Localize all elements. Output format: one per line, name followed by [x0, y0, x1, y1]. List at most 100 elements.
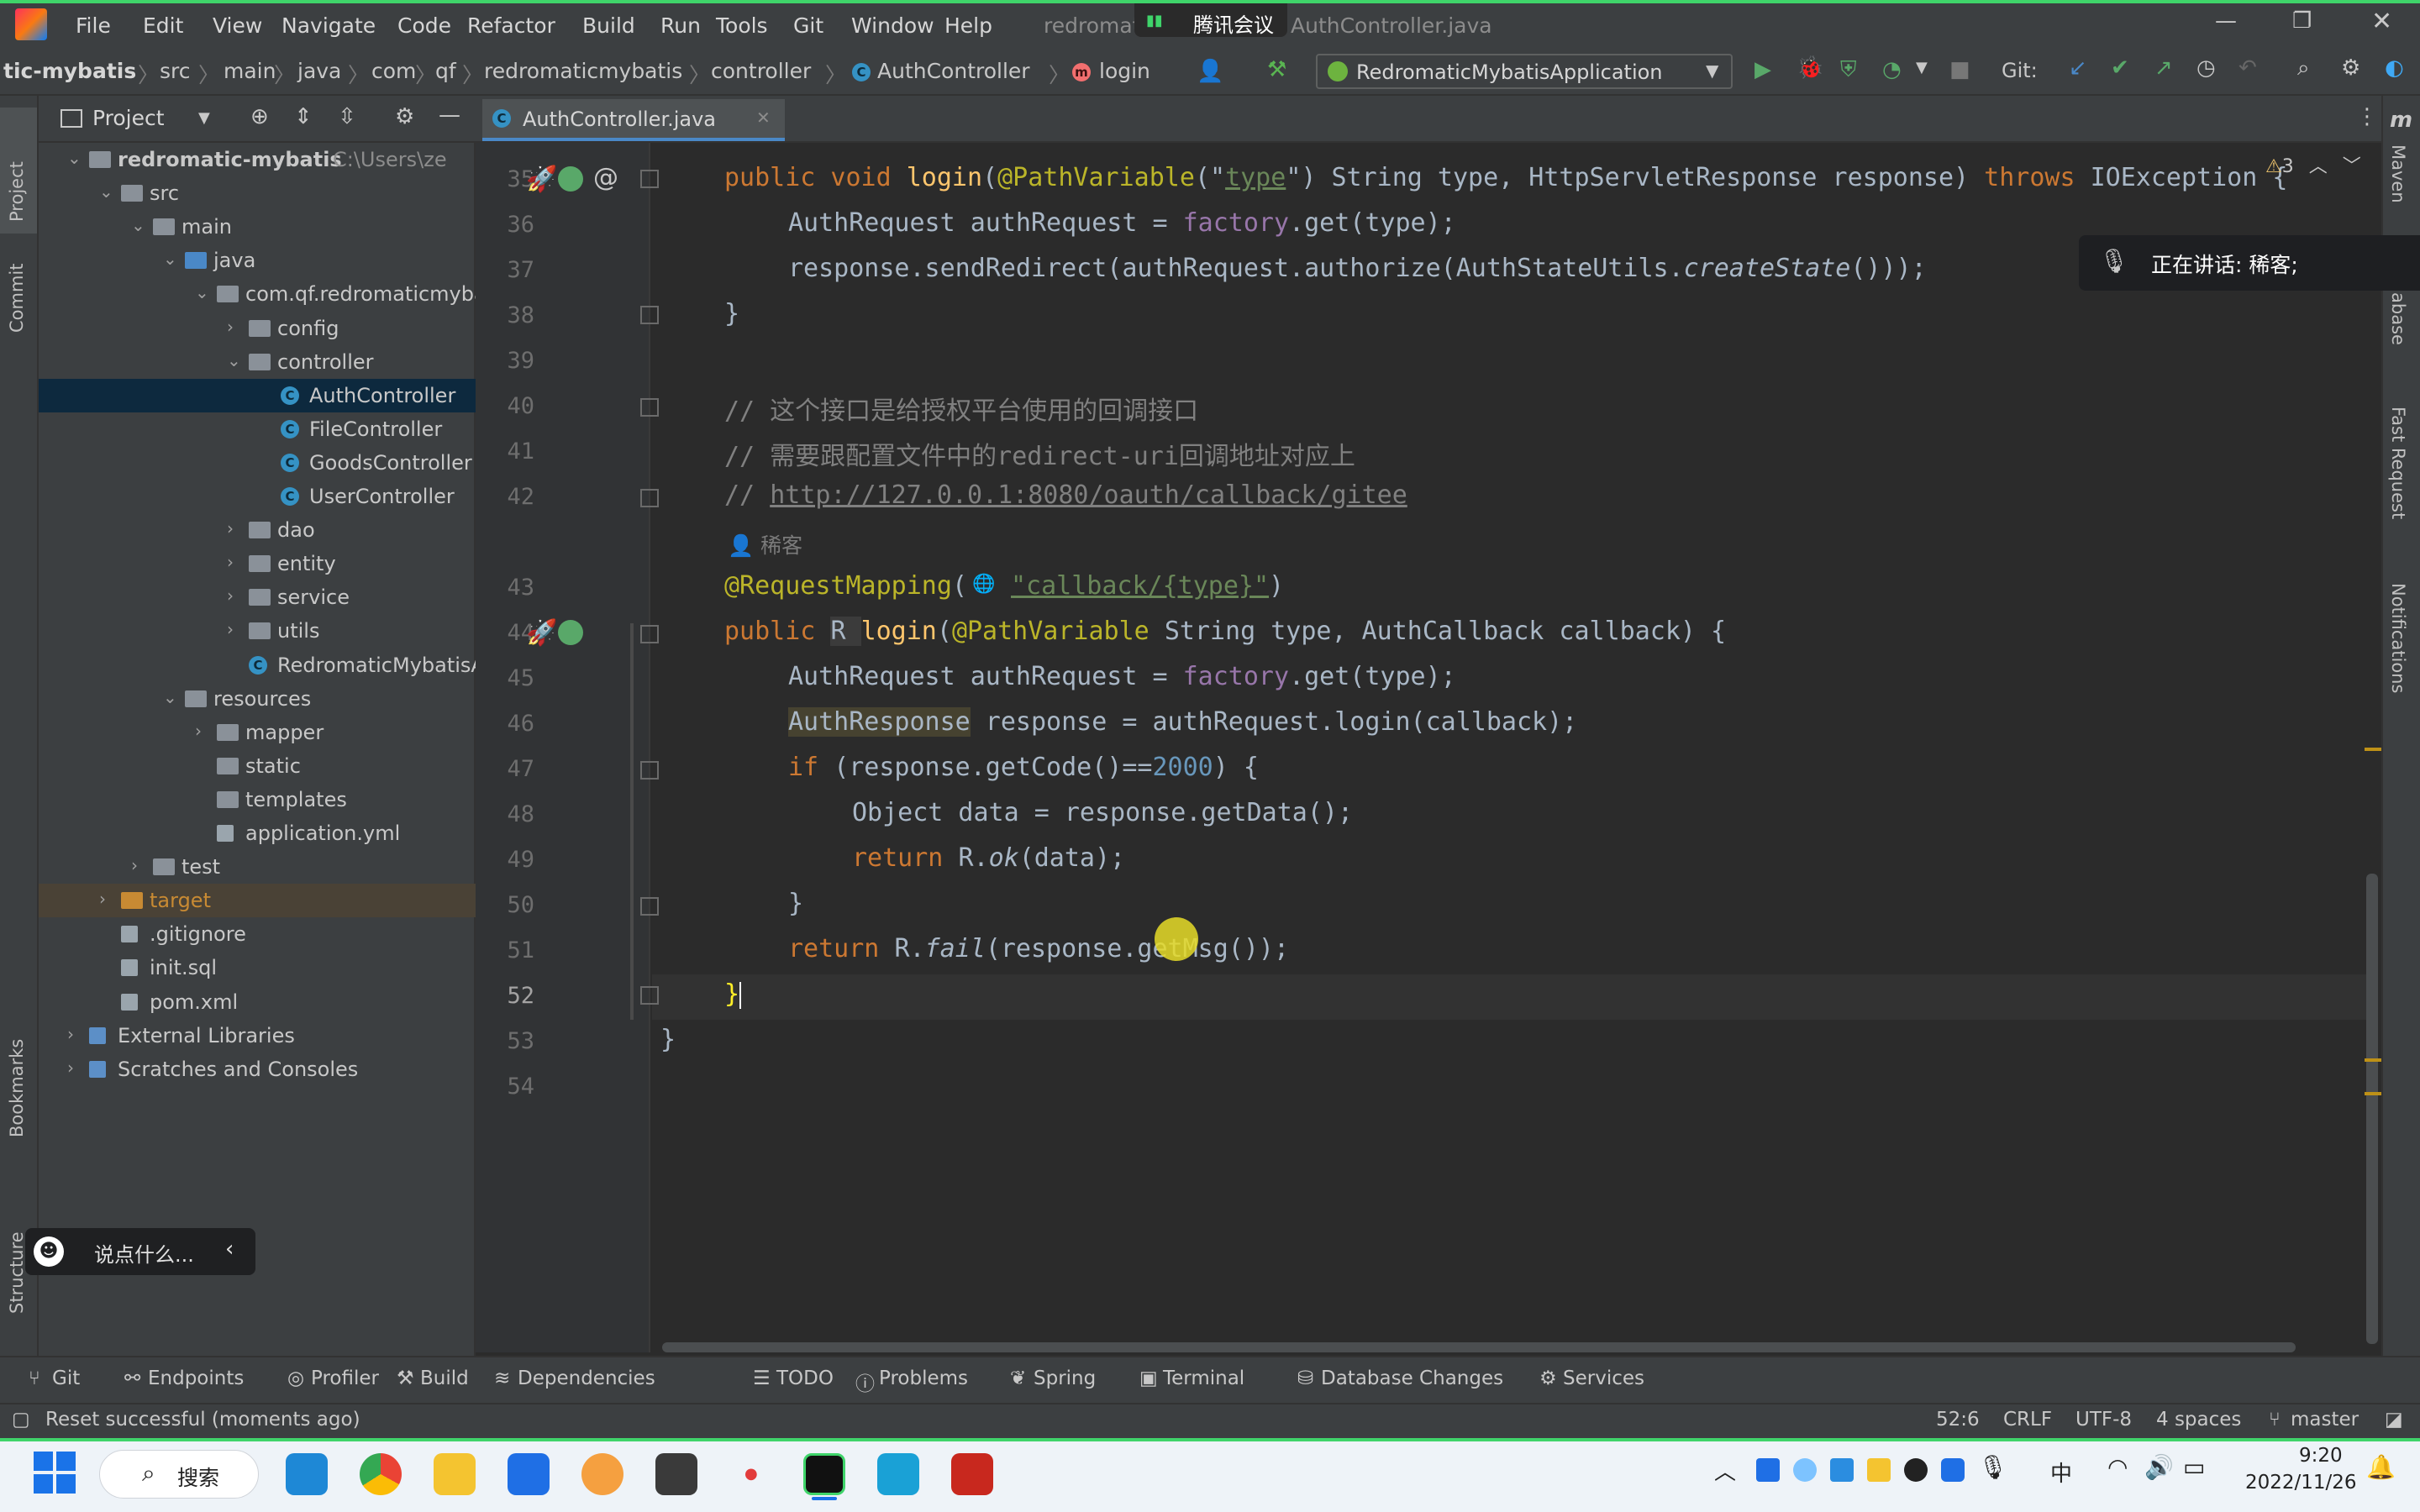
breadcrumb-project[interactable]: tic-mybatis: [3, 59, 136, 83]
code-link[interactable]: http://127.0.0.1:8080/oauth/callback/git…: [770, 480, 1407, 510]
breadcrumb-controller[interactable]: controller: [711, 59, 811, 83]
chevron-down-icon[interactable]: ⌄: [195, 282, 209, 302]
run-icon[interactable]: ▶: [1754, 57, 1771, 82]
chevron-down-icon[interactable]: ⌄: [227, 350, 241, 370]
chevron-down-icon[interactable]: ▼: [198, 109, 210, 127]
build-hammer-icon[interactable]: ⚒: [1267, 57, 1286, 82]
fold-marker[interactable]: [640, 170, 659, 188]
git-branch[interactable]: master: [2291, 1409, 2359, 1431]
chevron-right-icon[interactable]: ›: [227, 518, 234, 538]
code-editor[interactable]: [652, 143, 2366, 1352]
tool-window-terminal[interactable]: Terminal: [1163, 1368, 1244, 1389]
battery-icon[interactable]: ▭: [2183, 1453, 2205, 1481]
spring-mapping-icon[interactable]: [558, 620, 583, 645]
debug-icon[interactable]: 🐞: [1797, 55, 1823, 81]
windows-start-icon[interactable]: [34, 1452, 76, 1494]
run-config-selector[interactable]: RedromaticMybatisApplication ▼: [1316, 54, 1733, 89]
stripe-database[interactable]: abase: [2388, 292, 2408, 345]
globe-icon[interactable]: 🌐: [967, 574, 1011, 595]
chevron-right-icon[interactable]: ›: [99, 889, 106, 909]
git-push-icon[interactable]: ↗: [2154, 55, 2173, 81]
wifi-icon[interactable]: ◠: [2107, 1453, 2128, 1481]
vertical-scrollbar[interactable]: [2366, 874, 2378, 1344]
tree-item[interactable]: ⌄ java: [39, 244, 476, 277]
tree-item[interactable]: › mapper: [39, 716, 476, 749]
sublime-icon[interactable]: [655, 1453, 697, 1495]
restore-icon[interactable]: ❐: [2292, 8, 2312, 34]
remote-desktop-icon[interactable]: [877, 1453, 919, 1495]
tree-item[interactable]: pom.xml: [39, 985, 476, 1019]
menu-edit[interactable]: Edit: [143, 13, 183, 38]
meeting-badge[interactable]: ▮▮ 腾讯会议: [1134, 3, 1287, 37]
tree-item[interactable]: › External Libraries: [39, 1019, 476, 1053]
horizontal-scrollbar[interactable]: [662, 1342, 2296, 1352]
tree-item[interactable]: › target: [39, 884, 476, 918]
emoji-icon[interactable]: ☻: [34, 1236, 64, 1267]
app-icon[interactable]: [581, 1453, 623, 1495]
chat-input[interactable]: ☻ 说点什么... ‹: [25, 1228, 255, 1275]
tool-window-profiler[interactable]: Profiler: [311, 1368, 379, 1389]
tree-item[interactable]: ⌄ controller: [39, 345, 476, 379]
close-tab-icon[interactable]: ✕: [756, 108, 771, 128]
collapse-all-icon[interactable]: ⇳: [338, 104, 356, 129]
breadcrumb-class[interactable]: AuthController: [877, 59, 1030, 83]
hide-panel-icon[interactable]: —: [439, 102, 460, 128]
menu-navigate[interactable]: Navigate: [281, 13, 376, 38]
tray-app-icon[interactable]: [1793, 1458, 1817, 1482]
intellij-icon[interactable]: [803, 1453, 845, 1495]
stripe-bookmarks[interactable]: Bookmarks: [7, 1039, 27, 1137]
profile-icon[interactable]: ◔: [1882, 57, 1902, 82]
tool-window-dependencies[interactable]: Dependencies: [518, 1368, 655, 1389]
line-separator[interactable]: CRLF: [2003, 1409, 2052, 1431]
git-commit-icon[interactable]: ✔: [2111, 55, 2129, 81]
tree-item[interactable]: .gitignore: [39, 917, 476, 951]
tree-item[interactable]: › config: [39, 312, 476, 345]
author-hint[interactable]: 👤 稀客: [728, 529, 802, 559]
menu-help[interactable]: Help: [944, 13, 992, 38]
tab-authcontroller[interactable]: C AuthController.java ✕: [482, 99, 785, 141]
menu-tools[interactable]: Tools: [716, 13, 768, 38]
fold-marker[interactable]: [640, 986, 659, 1005]
breadcrumb-method[interactable]: login: [1099, 59, 1150, 83]
stripe-fast-request[interactable]: Fast Request: [2388, 407, 2408, 519]
chevron-down-icon[interactable]: ⌄: [99, 181, 113, 202]
chevron-right-icon[interactable]: ›: [67, 1058, 74, 1078]
breadcrumb-qf[interactable]: qf: [435, 59, 456, 83]
tree-item[interactable]: application.yml: [39, 816, 476, 850]
close-icon[interactable]: ✕: [2371, 7, 2392, 36]
tree-item[interactable]: › entity: [39, 547, 476, 580]
gear-icon[interactable]: ⚙: [395, 104, 414, 129]
fold-marker[interactable]: [640, 489, 659, 507]
tray-app-icon[interactable]: [1756, 1458, 1780, 1482]
tree-item[interactable]: › Scratches and Consoles: [39, 1053, 476, 1086]
plugin-icon[interactable]: ◐: [2385, 55, 2404, 81]
menu-view[interactable]: View: [213, 13, 262, 38]
tree-item[interactable]: › utils: [39, 614, 476, 648]
app-icon[interactable]: ●: [729, 1453, 771, 1495]
tree-item[interactable]: ⌄ resources: [39, 682, 476, 716]
chevron-right-icon[interactable]: ›: [227, 619, 234, 639]
tree-item[interactable]: init.sql: [39, 951, 476, 984]
fold-marker[interactable]: [640, 306, 659, 324]
override-icon[interactable]: @: [593, 163, 618, 192]
stripe-commit[interactable]: Commit: [7, 264, 27, 333]
tree-item[interactable]: › service: [39, 580, 476, 614]
more-options-icon[interactable]: ⋮: [2356, 104, 2378, 129]
status-message[interactable]: Reset successful (moments ago): [45, 1409, 360, 1431]
chevron-right-icon[interactable]: ›: [67, 1024, 74, 1044]
stripe-maven[interactable]: Maven: [2388, 144, 2408, 203]
tree-item[interactable]: C FileController: [39, 412, 476, 446]
app-logo[interactable]: [15, 8, 47, 40]
tool-window-database-changes[interactable]: Database Changes: [1321, 1368, 1503, 1389]
expand-all-icon[interactable]: ⇕: [294, 104, 313, 129]
chevron-down-icon[interactable]: ⌄: [163, 687, 177, 707]
chevron-right-icon[interactable]: ›: [195, 721, 202, 741]
microphone-icon[interactable]: 🎙: [1978, 1453, 2008, 1481]
menu-file[interactable]: File: [76, 13, 111, 38]
tree-item[interactable]: C AuthController: [39, 378, 476, 412]
tree-item[interactable]: ⌄ com.qf.redromaticmyba: [39, 277, 476, 311]
gear-icon[interactable]: ⚙: [2341, 55, 2360, 81]
app-icon[interactable]: [951, 1453, 993, 1495]
breadcrumb-package[interactable]: redromaticmybatis: [484, 59, 682, 83]
fold-marker[interactable]: [640, 625, 659, 643]
